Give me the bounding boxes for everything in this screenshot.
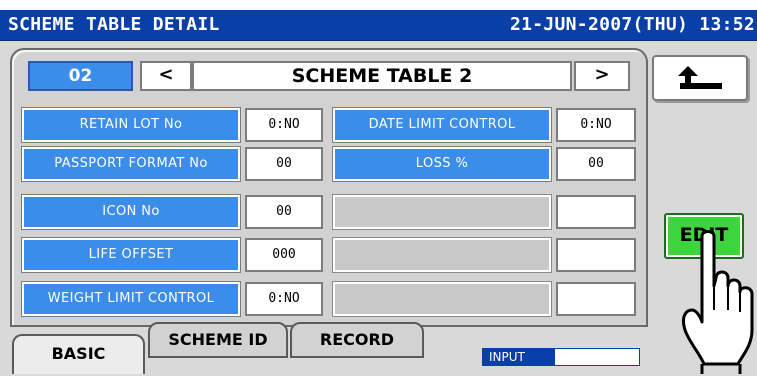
return-arrow-icon [678,66,722,89]
label-passport-format-no[interactable]: PASSPORT FORMAT No [21,146,241,182]
value-icon-no[interactable]: 00 [245,195,323,229]
value-weight-limit-control[interactable]: 0:NO [245,282,323,316]
back-button[interactable] [652,55,748,101]
tab-scheme-id[interactable]: SCHEME ID [148,322,288,358]
label-empty [332,194,552,230]
value-empty [556,238,636,272]
title-bar: SCHEME TABLE DETAIL 21-JUN-2007(THU) 13:… [0,10,757,41]
previous-button[interactable]: < [140,61,192,91]
screen: SCHEME TABLE DETAIL 21-JUN-2007(THU) 13:… [0,0,757,376]
value-loss-percent[interactable]: 00 [556,147,636,181]
label-loss-percent[interactable]: LOSS % [332,146,552,182]
tab-record[interactable]: RECORD [290,322,424,358]
value-retain-lot-no[interactable]: 0:NO [245,108,323,142]
scheme-number-field[interactable]: 02 [28,61,133,91]
datetime-display: 21-JUN-2007(THU) 13:52 [509,14,755,35]
pointing-hand-icon [682,230,754,374]
value-date-limit-control[interactable]: 0:NO [556,108,636,142]
value-empty [556,282,636,316]
label-weight-limit-control[interactable]: WEIGHT LIMIT CONTROL [21,281,241,317]
input-indicator-label: INPUT [483,349,555,365]
label-empty [332,237,552,273]
next-button[interactable]: > [574,61,630,91]
label-life-offset[interactable]: LIFE OFFSET [21,237,241,273]
value-life-offset[interactable]: 000 [245,238,323,272]
label-retain-lot-no[interactable]: RETAIN LOT No [21,107,241,143]
label-date-limit-control[interactable]: DATE LIMIT CONTROL [332,107,552,143]
page-title: SCHEME TABLE DETAIL [8,14,220,35]
scheme-name-field[interactable]: SCHEME TABLE 2 [192,61,572,91]
label-empty [332,281,552,317]
tab-basic[interactable]: BASIC [12,334,145,374]
value-passport-format-no[interactable]: 00 [245,147,323,181]
label-icon-no[interactable]: ICON No [21,194,241,230]
value-empty [556,195,636,229]
input-indicator: INPUT [482,348,640,366]
caption-strip [0,0,757,10]
